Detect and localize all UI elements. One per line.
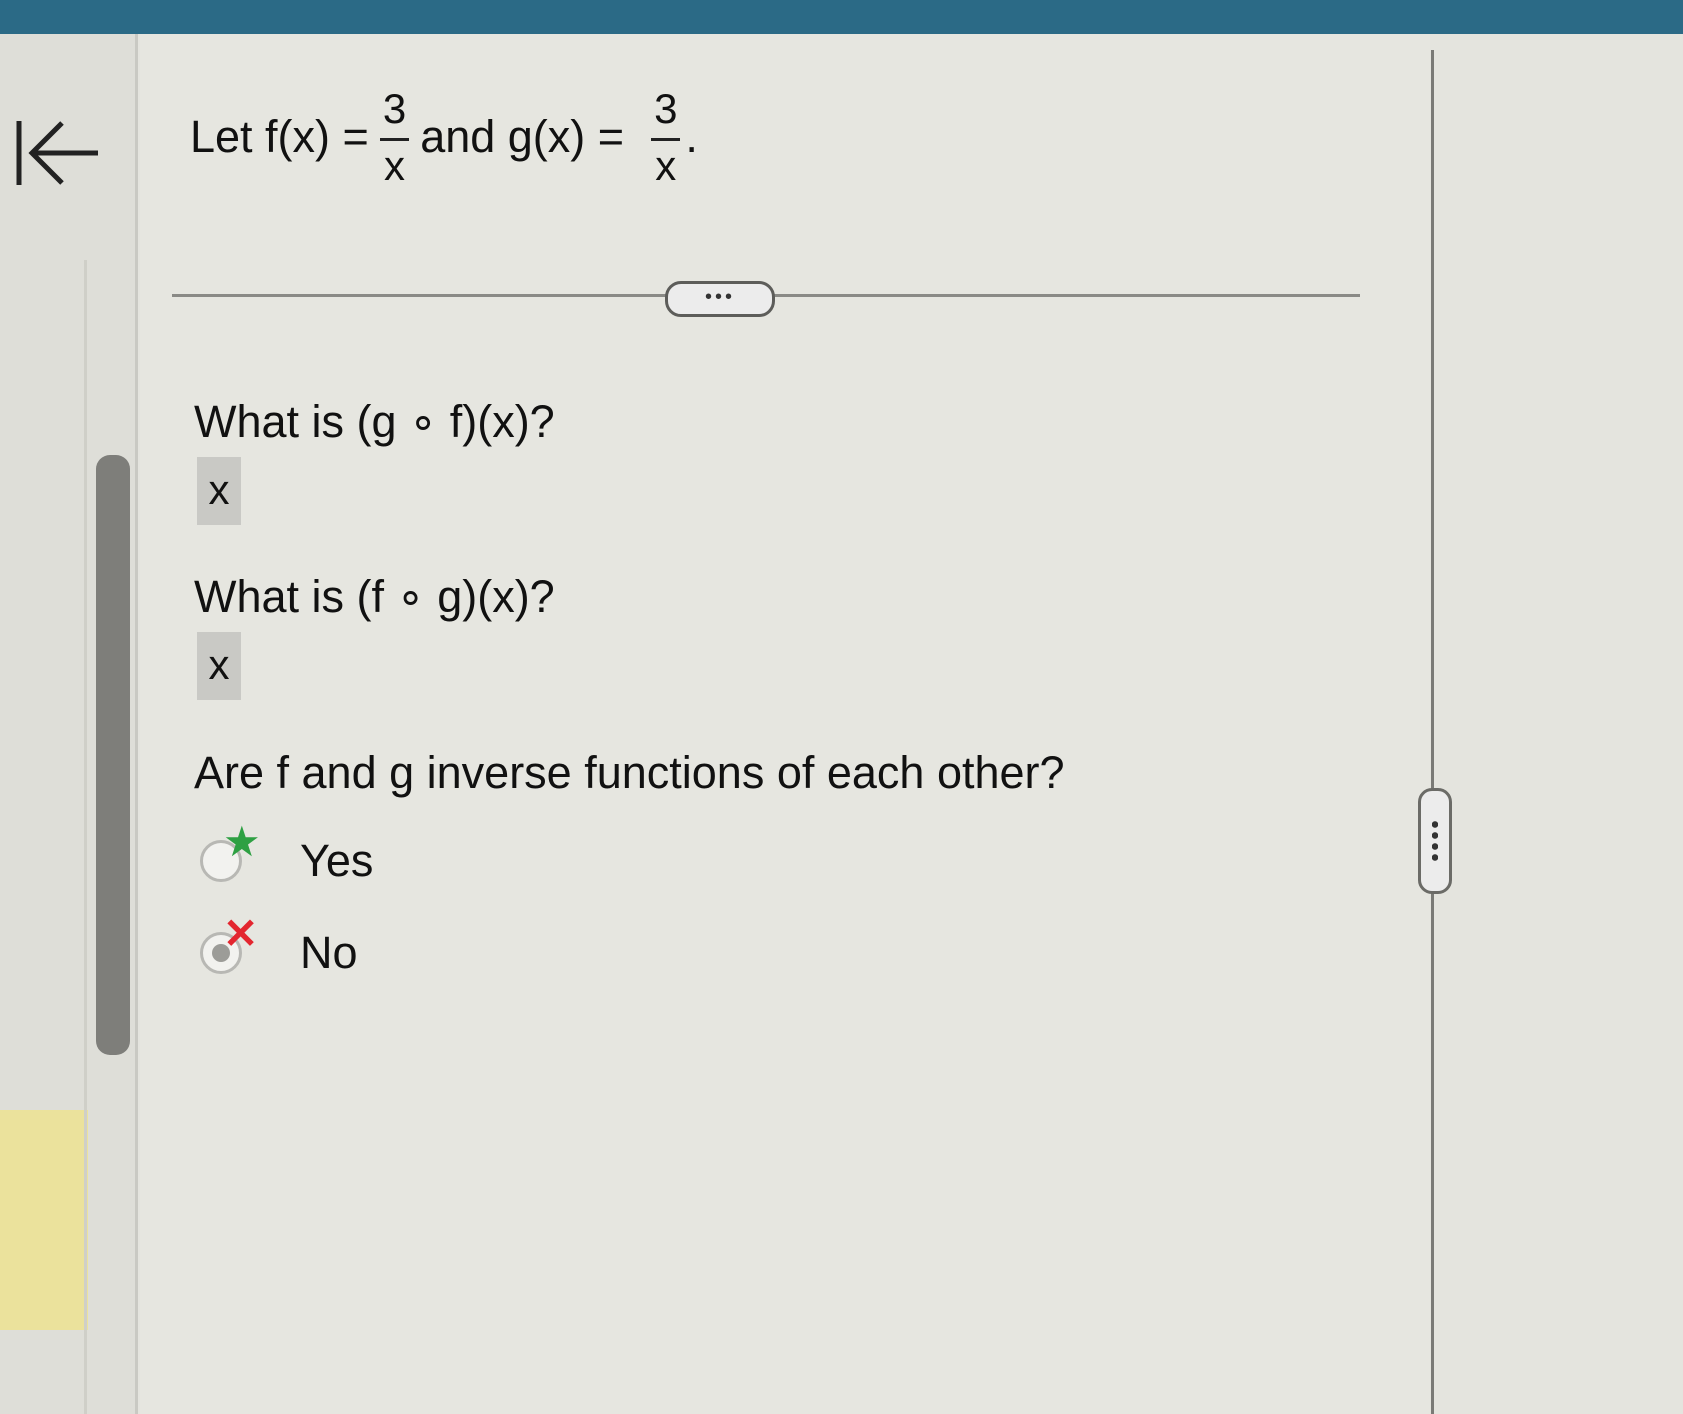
g-fraction: 3 x <box>650 84 681 187</box>
g-denominator: x <box>651 137 681 187</box>
question-gof: What is (g ∘ f)(x)? <box>194 396 555 447</box>
yellow-tab <box>0 1110 88 1330</box>
statement-prefix: Let f(x) = <box>190 111 369 162</box>
statement-suffix: . <box>685 111 698 162</box>
x-mark-icon: ✕ <box>223 910 259 957</box>
statement-middle: and g(x) = <box>420 111 625 162</box>
answer-gof[interactable]: x <box>197 457 241 525</box>
right-divider <box>1431 50 1434 1414</box>
f-denominator: x <box>380 137 409 187</box>
answer-fog[interactable]: x <box>197 632 241 700</box>
question-fog: What is (f ∘ g)(x)? <box>194 571 555 622</box>
radio-yes[interactable]: ★ <box>200 821 261 882</box>
radio-no[interactable]: ✕ <box>200 913 258 974</box>
question-panel <box>140 34 1430 1414</box>
star-icon: ★ <box>223 818 261 865</box>
resize-handle[interactable] <box>1418 788 1452 894</box>
question-inverse: Are f and g inverse functions of each ot… <box>194 747 1065 798</box>
option-yes-label: Yes <box>300 835 374 886</box>
arrow-left-bar-icon <box>16 121 98 185</box>
scrollbar-thumb[interactable] <box>96 455 130 1055</box>
expand-button[interactable]: ••• <box>665 281 775 317</box>
panel-divider <box>84 260 87 1414</box>
f-numerator: 3 <box>382 84 407 132</box>
option-no[interactable]: ✕ No <box>200 913 358 988</box>
option-yes[interactable]: ★ Yes <box>200 821 374 896</box>
collapse-back-button[interactable] <box>14 115 104 191</box>
vertical-dots-icon <box>1432 819 1438 863</box>
option-no-label: No <box>300 927 358 978</box>
f-fraction: 3 x <box>379 84 410 187</box>
problem-statement: Let f(x) = 3 x and g(x) = 3 x . <box>190 82 698 192</box>
top-bar <box>0 0 1683 34</box>
g-numerator: 3 <box>654 84 678 132</box>
